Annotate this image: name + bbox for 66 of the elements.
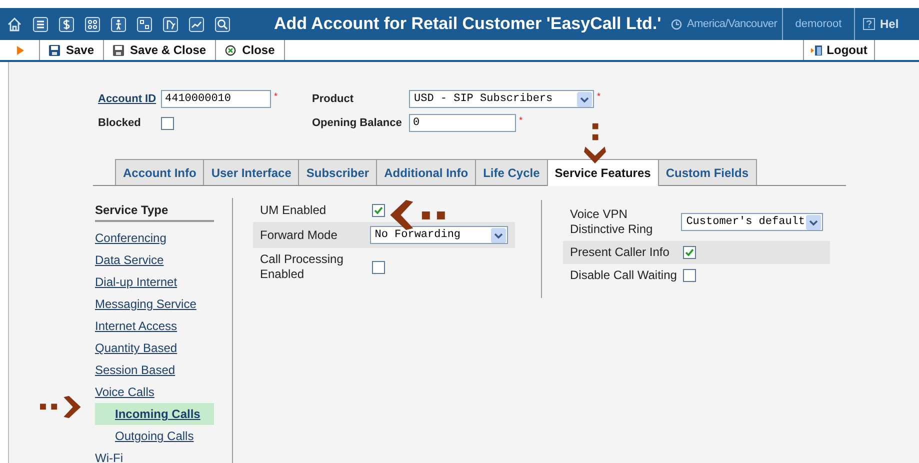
field-label: Call Processing Enabled — [260, 252, 344, 282]
chevron-down-icon — [577, 92, 592, 106]
required-mark: * — [597, 90, 601, 103]
field-label-link[interactable]: Account ID — [98, 90, 161, 108]
tab[interactable]: Account Info — [115, 159, 204, 185]
list-icon[interactable] — [33, 16, 48, 32]
field-label: UM Enabled — [260, 203, 328, 218]
tab[interactable]: Additional Info — [376, 159, 476, 185]
service-type-link[interactable]: Session Based — [95, 359, 214, 381]
person-icon[interactable] — [111, 16, 126, 32]
play-icon[interactable] — [17, 46, 24, 54]
close-icon — [225, 44, 236, 56]
checkbox[interactable] — [683, 269, 696, 282]
required-mark: * — [519, 114, 523, 127]
tab[interactable]: Custom Fields — [658, 159, 757, 185]
service-type-link[interactable]: Incoming Calls — [95, 403, 214, 425]
toolbar-button[interactable]: Close — [216, 40, 285, 60]
dropdown[interactable]: USD - SIP Subscribers — [409, 90, 594, 108]
clock-icon — [671, 18, 682, 30]
checkbox[interactable] — [372, 204, 385, 217]
text-field[interactable]: 4410000010 — [161, 90, 271, 108]
field-label: Product — [312, 92, 355, 107]
service-type-link[interactable]: Data Service — [95, 249, 214, 271]
tab[interactable]: Life Cycle — [475, 159, 548, 185]
field-label: Present Caller Info — [570, 245, 670, 260]
service-type-link[interactable]: Conferencing — [95, 227, 214, 249]
checkbox[interactable] — [161, 116, 174, 130]
field-label: Opening Balance — [312, 116, 403, 131]
chevron-down-icon — [491, 228, 506, 242]
service-type-link[interactable]: Wi-Fi — [95, 447, 214, 463]
home-icon[interactable] — [7, 16, 22, 32]
logout-button[interactable]: Logout — [803, 40, 875, 60]
door-icon — [810, 44, 823, 56]
page-title: Add Account for Retail Customer 'EasyCall Ltd.' — [273, 13, 662, 36]
chevron-down-icon — [806, 214, 821, 230]
toolbar-button[interactable]: Save & Close — [104, 40, 216, 60]
service-type-link[interactable]: Dial-up Internet — [95, 271, 214, 293]
field-label: Disable Call Waiting — [570, 268, 678, 283]
text-field[interactable]: 0 — [409, 114, 516, 132]
help-icon[interactable] — [863, 18, 875, 30]
timezone-link[interactable]: America/Vancouver — [687, 16, 778, 32]
service-type-link[interactable]: Internet Access — [95, 315, 214, 337]
toolbar-button[interactable]: Save — [40, 40, 104, 60]
dropdown[interactable]: Customer's default — [681, 213, 823, 231]
service-type-link[interactable]: Voice Calls — [95, 381, 214, 403]
grid-icon[interactable] — [85, 16, 100, 32]
checkbox[interactable] — [372, 260, 385, 274]
tab[interactable]: User Interface — [203, 159, 300, 185]
field-label: Voice VPN Distinctive Ring — [570, 207, 654, 237]
tab[interactable]: Subscriber — [298, 159, 378, 185]
chart-icon[interactable] — [189, 16, 204, 32]
service-type-link[interactable]: Outgoing Calls — [95, 425, 214, 447]
dropdown[interactable]: No Forwarding — [370, 226, 508, 244]
section-heading: Service Type — [95, 201, 214, 222]
tab[interactable]: Service Features — [546, 159, 659, 186]
field-label: Blocked — [98, 116, 142, 131]
dollar-icon[interactable] — [59, 16, 74, 32]
required-mark: * — [274, 90, 278, 103]
service-type-link[interactable]: Quantity Based — [95, 337, 214, 359]
checkbox[interactable] — [683, 246, 696, 259]
username-link[interactable]: demoroot — [795, 16, 842, 32]
service-type-link[interactable]: Messaging Service — [95, 293, 214, 315]
field-label: Forward Mode — [260, 228, 338, 242]
network-icon[interactable] — [137, 16, 152, 32]
search-icon[interactable] — [215, 16, 230, 32]
help-link[interactable]: Hel — [880, 15, 899, 33]
